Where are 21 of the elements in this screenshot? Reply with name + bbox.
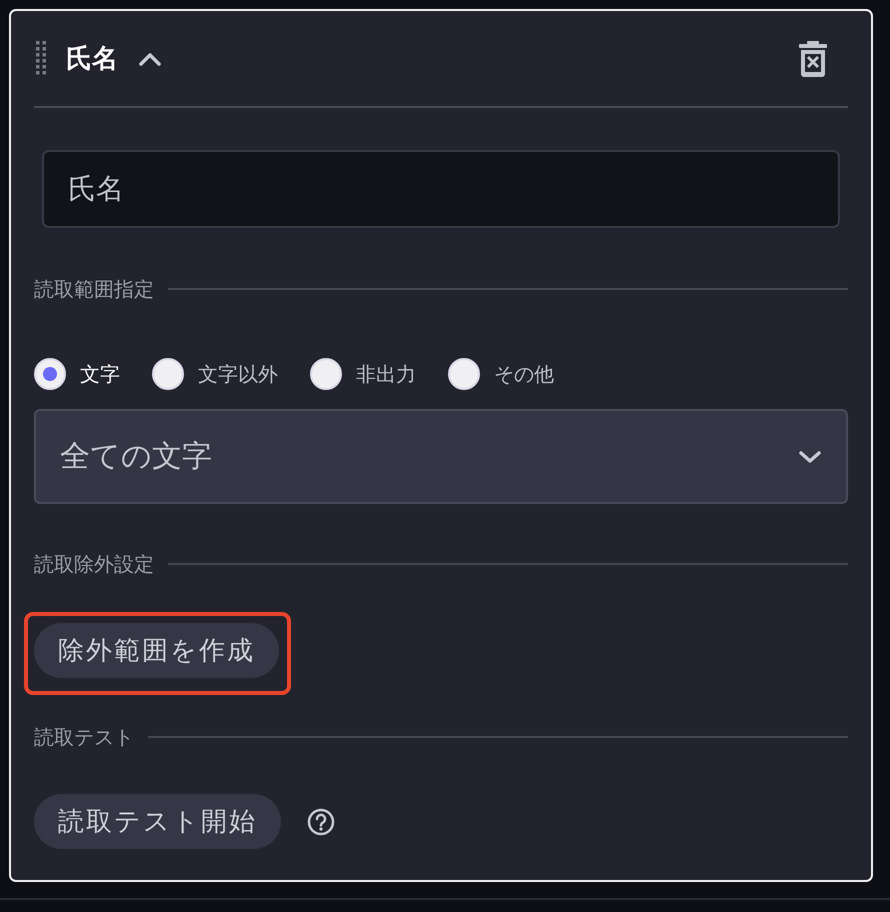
section-label: 読取除外設定: [34, 550, 154, 578]
help-icon[interactable]: [307, 808, 335, 836]
radio-label[interactable]: 非出力: [356, 360, 416, 388]
radio-label[interactable]: 文字以外: [198, 360, 278, 388]
radio-label[interactable]: その他: [494, 360, 554, 388]
radio-button[interactable]: [310, 358, 342, 390]
chevron-icon[interactable]: [138, 50, 162, 66]
radio-button[interactable]: [152, 358, 184, 390]
radio-label[interactable]: 文字: [80, 360, 120, 388]
drag-handle-icon[interactable]: [34, 40, 48, 76]
field-title: 氏名: [66, 43, 118, 76]
create-exclusion-button[interactable]: 除外範囲を作成: [34, 623, 279, 678]
radio-button[interactable]: [448, 358, 480, 390]
character-type-dropdown[interactable]: 全ての文字: [34, 409, 848, 504]
name-input-field[interactable]: 氏名: [42, 150, 840, 228]
section-label: 読取テスト: [34, 724, 134, 750]
chevron-down-icon: [798, 450, 822, 464]
section-label: 読取範囲指定: [34, 276, 154, 302]
radio-button[interactable]: [34, 358, 66, 390]
trash-icon[interactable]: [798, 40, 828, 76]
start-test-button[interactable]: 読取テスト開始: [34, 794, 281, 849]
